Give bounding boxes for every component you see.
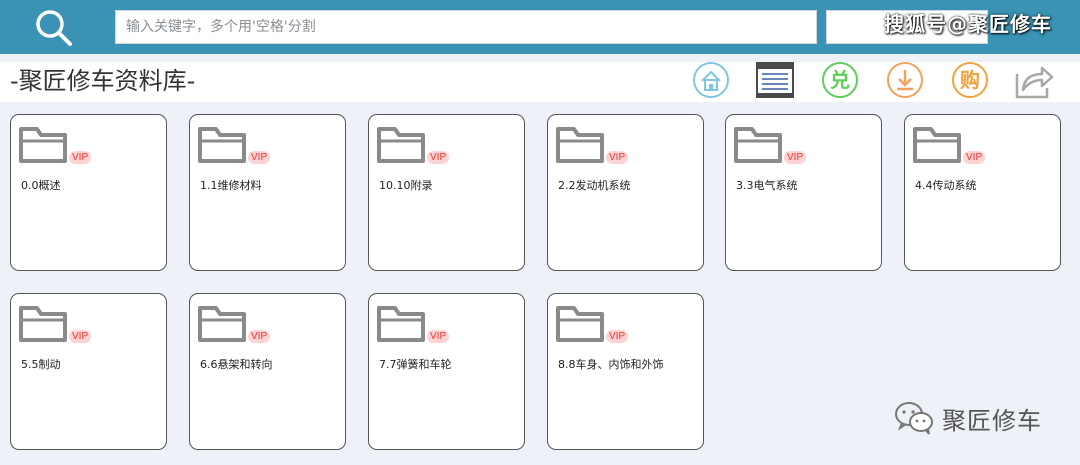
folder-card[interactable]: VIP 6.6悬架和转向 <box>189 293 346 450</box>
search-button[interactable] <box>826 10 988 44</box>
home-button[interactable] <box>691 60 731 100</box>
top-bar: 搜狐号@聚匠修车 <box>0 0 1080 54</box>
folder-card[interactable]: VIP 3.3电气系统 <box>725 114 882 271</box>
folder-label: 6.6悬架和转向 <box>200 358 273 371</box>
folder-card[interactable]: VIP 0.0概述 <box>10 114 167 271</box>
share-icon <box>1015 66 1054 99</box>
folder-card[interactable]: VIP 5.5制动 <box>10 293 167 450</box>
folder-icon <box>734 127 782 163</box>
buy-label: 购 <box>960 68 980 92</box>
vip-badge: VIP <box>784 151 807 164</box>
vip-badge: VIP <box>427 151 450 164</box>
redeem-button[interactable]: 兑 <box>820 60 860 100</box>
wechat-watermark: 聚匠修车 <box>892 396 1042 440</box>
vip-badge: VIP <box>606 151 629 164</box>
folder-label: 4.4传动系统 <box>915 179 977 192</box>
folder-card[interactable]: VIP 2.2发动机系统 <box>547 114 704 271</box>
share-button[interactable] <box>1014 60 1054 100</box>
document-window-icon <box>756 62 794 98</box>
vip-badge: VIP <box>69 330 92 343</box>
redeem-icon: 兑 <box>822 62 858 98</box>
buy-button[interactable]: 购 <box>950 60 990 100</box>
folder-label: 3.3电气系统 <box>736 179 798 192</box>
vip-badge: VIP <box>248 151 271 164</box>
folder-icon <box>377 306 425 342</box>
folder-label: 1.1维修材料 <box>200 179 262 192</box>
folder-icon <box>19 127 67 163</box>
vip-badge: VIP <box>427 330 450 343</box>
folder-card[interactable]: VIP 1.1维修材料 <box>189 114 346 271</box>
page-title: -聚匠修车资料库- <box>10 67 196 95</box>
folder-label: 7.7弹簧和车轮 <box>379 358 452 371</box>
folder-icon <box>198 306 246 342</box>
buy-icon: 购 <box>952 62 988 98</box>
folder-label: 5.5制动 <box>21 358 61 371</box>
folder-icon <box>198 127 246 163</box>
vip-badge: VIP <box>248 330 271 343</box>
folder-label: 8.8车身、内饰和外饰 <box>558 358 664 371</box>
vip-badge: VIP <box>606 330 629 343</box>
download-button[interactable] <box>885 60 925 100</box>
search-input[interactable] <box>115 10 817 44</box>
folder-card[interactable]: VIP 7.7弹簧和车轮 <box>368 293 525 450</box>
download-icon <box>887 62 923 98</box>
wechat-icon <box>895 402 933 435</box>
vip-badge: VIP <box>69 151 92 164</box>
wechat-watermark-text: 聚匠修车 <box>942 406 1042 435</box>
folder-card[interactable]: VIP 8.8车身、内饰和外饰 <box>547 293 704 450</box>
folder-label: 0.0概述 <box>21 179 61 192</box>
folder-icon <box>556 127 604 163</box>
folder-card[interactable]: VIP 4.4传动系统 <box>904 114 1061 271</box>
catalog-button[interactable] <box>755 60 795 100</box>
vip-badge: VIP <box>963 151 986 164</box>
redeem-label: 兑 <box>830 68 850 92</box>
folder-card[interactable]: VIP 10.10附录 <box>368 114 525 271</box>
folder-icon <box>19 306 67 342</box>
search-icon[interactable] <box>32 6 74 48</box>
folder-icon <box>913 127 961 163</box>
folder-label: 10.10附录 <box>379 179 433 192</box>
folder-icon <box>377 127 425 163</box>
folder-label: 2.2发动机系统 <box>558 179 631 192</box>
home-icon <box>693 62 729 98</box>
folder-icon <box>556 306 604 342</box>
